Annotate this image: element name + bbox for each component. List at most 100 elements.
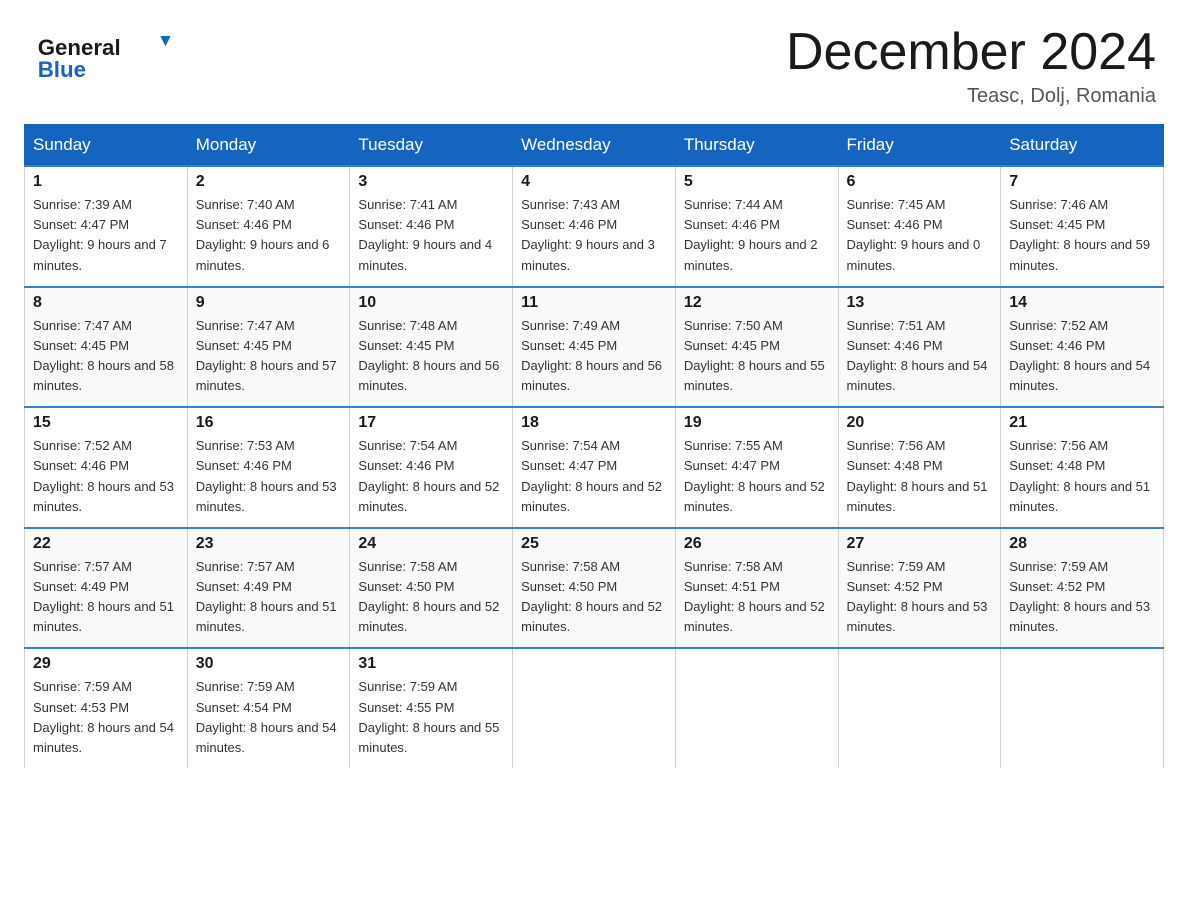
day-cell: 19 Sunrise: 7:55 AM Sunset: 4:47 PM Dayl… (675, 407, 838, 528)
day-cell: 9 Sunrise: 7:47 AM Sunset: 4:45 PM Dayli… (187, 287, 350, 408)
day-info: Sunrise: 7:54 AM Sunset: 4:46 PM Dayligh… (358, 436, 504, 517)
day-cell (513, 648, 676, 768)
day-cell: 14 Sunrise: 7:52 AM Sunset: 4:46 PM Dayl… (1001, 287, 1164, 408)
day-cell: 25 Sunrise: 7:58 AM Sunset: 4:50 PM Dayl… (513, 528, 676, 649)
col-tuesday: Tuesday (350, 125, 513, 167)
day-info: Sunrise: 7:48 AM Sunset: 4:45 PM Dayligh… (358, 316, 504, 397)
day-info: Sunrise: 7:58 AM Sunset: 4:51 PM Dayligh… (684, 557, 830, 638)
day-cell: 4 Sunrise: 7:43 AM Sunset: 4:46 PM Dayli… (513, 166, 676, 287)
day-cell: 6 Sunrise: 7:45 AM Sunset: 4:46 PM Dayli… (838, 166, 1001, 287)
day-cell: 29 Sunrise: 7:59 AM Sunset: 4:53 PM Dayl… (25, 648, 188, 768)
day-info: Sunrise: 7:59 AM Sunset: 4:53 PM Dayligh… (33, 677, 179, 758)
day-info: Sunrise: 7:54 AM Sunset: 4:47 PM Dayligh… (521, 436, 667, 517)
day-cell: 26 Sunrise: 7:58 AM Sunset: 4:51 PM Dayl… (675, 528, 838, 649)
day-number: 4 (521, 173, 667, 191)
col-friday: Friday (838, 125, 1001, 167)
week-row-5: 29 Sunrise: 7:59 AM Sunset: 4:53 PM Dayl… (25, 648, 1164, 768)
day-cell: 18 Sunrise: 7:54 AM Sunset: 4:47 PM Dayl… (513, 407, 676, 528)
col-saturday: Saturday (1001, 125, 1164, 167)
day-number: 1 (33, 173, 179, 191)
day-number: 26 (684, 535, 830, 553)
day-info: Sunrise: 7:51 AM Sunset: 4:46 PM Dayligh… (847, 316, 993, 397)
week-row-2: 8 Sunrise: 7:47 AM Sunset: 4:45 PM Dayli… (25, 287, 1164, 408)
day-info: Sunrise: 7:50 AM Sunset: 4:45 PM Dayligh… (684, 316, 830, 397)
day-cell: 12 Sunrise: 7:50 AM Sunset: 4:45 PM Dayl… (675, 287, 838, 408)
day-number: 19 (684, 414, 830, 432)
day-cell: 13 Sunrise: 7:51 AM Sunset: 4:46 PM Dayl… (838, 287, 1001, 408)
col-sunday: Sunday (25, 125, 188, 167)
day-number: 21 (1009, 414, 1155, 432)
day-number: 27 (847, 535, 993, 553)
day-cell: 28 Sunrise: 7:59 AM Sunset: 4:52 PM Dayl… (1001, 528, 1164, 649)
day-info: Sunrise: 7:59 AM Sunset: 4:54 PM Dayligh… (196, 677, 342, 758)
day-cell: 30 Sunrise: 7:59 AM Sunset: 4:54 PM Dayl… (187, 648, 350, 768)
day-info: Sunrise: 7:58 AM Sunset: 4:50 PM Dayligh… (521, 557, 667, 638)
day-info: Sunrise: 7:53 AM Sunset: 4:46 PM Dayligh… (196, 436, 342, 517)
svg-text:General: General (38, 35, 121, 60)
day-number: 15 (33, 414, 179, 432)
logo-image: General Blue (32, 24, 172, 84)
day-cell: 31 Sunrise: 7:59 AM Sunset: 4:55 PM Dayl… (350, 648, 513, 768)
day-cell: 2 Sunrise: 7:40 AM Sunset: 4:46 PM Dayli… (187, 166, 350, 287)
day-cell (838, 648, 1001, 768)
day-number: 30 (196, 655, 342, 673)
day-cell: 1 Sunrise: 7:39 AM Sunset: 4:47 PM Dayli… (25, 166, 188, 287)
week-row-3: 15 Sunrise: 7:52 AM Sunset: 4:46 PM Dayl… (25, 407, 1164, 528)
day-info: Sunrise: 7:46 AM Sunset: 4:45 PM Dayligh… (1009, 195, 1155, 276)
day-number: 8 (33, 294, 179, 312)
day-number: 23 (196, 535, 342, 553)
day-info: Sunrise: 7:49 AM Sunset: 4:45 PM Dayligh… (521, 316, 667, 397)
day-cell: 21 Sunrise: 7:56 AM Sunset: 4:48 PM Dayl… (1001, 407, 1164, 528)
day-cell: 20 Sunrise: 7:56 AM Sunset: 4:48 PM Dayl… (838, 407, 1001, 528)
day-number: 29 (33, 655, 179, 673)
svg-text:Blue: Blue (38, 57, 86, 82)
day-cell: 16 Sunrise: 7:53 AM Sunset: 4:46 PM Dayl… (187, 407, 350, 528)
day-cell: 3 Sunrise: 7:41 AM Sunset: 4:46 PM Dayli… (350, 166, 513, 287)
day-info: Sunrise: 7:47 AM Sunset: 4:45 PM Dayligh… (33, 316, 179, 397)
day-info: Sunrise: 7:59 AM Sunset: 4:52 PM Dayligh… (1009, 557, 1155, 638)
day-number: 24 (358, 535, 504, 553)
day-info: Sunrise: 7:59 AM Sunset: 4:55 PM Dayligh… (358, 677, 504, 758)
day-info: Sunrise: 7:39 AM Sunset: 4:47 PM Dayligh… (33, 195, 179, 276)
day-number: 20 (847, 414, 993, 432)
day-info: Sunrise: 7:58 AM Sunset: 4:50 PM Dayligh… (358, 557, 504, 638)
logo: General Blue (32, 24, 172, 84)
day-cell (1001, 648, 1164, 768)
day-cell: 7 Sunrise: 7:46 AM Sunset: 4:45 PM Dayli… (1001, 166, 1164, 287)
page-header: General Blue December 2024 Teasc, Dolj, … (0, 0, 1188, 124)
day-number: 18 (521, 414, 667, 432)
week-row-1: 1 Sunrise: 7:39 AM Sunset: 4:47 PM Dayli… (25, 166, 1164, 287)
day-info: Sunrise: 7:41 AM Sunset: 4:46 PM Dayligh… (358, 195, 504, 276)
day-number: 12 (684, 294, 830, 312)
day-cell (675, 648, 838, 768)
calendar-table: Sunday Monday Tuesday Wednesday Thursday… (24, 124, 1164, 768)
day-number: 9 (196, 294, 342, 312)
day-info: Sunrise: 7:40 AM Sunset: 4:46 PM Dayligh… (196, 195, 342, 276)
day-number: 14 (1009, 294, 1155, 312)
day-info: Sunrise: 7:59 AM Sunset: 4:52 PM Dayligh… (847, 557, 993, 638)
day-cell: 5 Sunrise: 7:44 AM Sunset: 4:46 PM Dayli… (675, 166, 838, 287)
day-number: 25 (521, 535, 667, 553)
day-info: Sunrise: 7:52 AM Sunset: 4:46 PM Dayligh… (33, 436, 179, 517)
day-info: Sunrise: 7:44 AM Sunset: 4:46 PM Dayligh… (684, 195, 830, 276)
month-title: December 2024 (786, 24, 1156, 81)
day-number: 28 (1009, 535, 1155, 553)
day-cell: 11 Sunrise: 7:49 AM Sunset: 4:45 PM Dayl… (513, 287, 676, 408)
day-number: 22 (33, 535, 179, 553)
day-number: 11 (521, 294, 667, 312)
day-cell: 8 Sunrise: 7:47 AM Sunset: 4:45 PM Dayli… (25, 287, 188, 408)
day-info: Sunrise: 7:56 AM Sunset: 4:48 PM Dayligh… (1009, 436, 1155, 517)
day-cell: 15 Sunrise: 7:52 AM Sunset: 4:46 PM Dayl… (25, 407, 188, 528)
col-thursday: Thursday (675, 125, 838, 167)
day-cell: 24 Sunrise: 7:58 AM Sunset: 4:50 PM Dayl… (350, 528, 513, 649)
week-row-4: 22 Sunrise: 7:57 AM Sunset: 4:49 PM Dayl… (25, 528, 1164, 649)
calendar-body: 1 Sunrise: 7:39 AM Sunset: 4:47 PM Dayli… (25, 166, 1164, 768)
day-number: 3 (358, 173, 504, 191)
day-info: Sunrise: 7:57 AM Sunset: 4:49 PM Dayligh… (196, 557, 342, 638)
day-info: Sunrise: 7:52 AM Sunset: 4:46 PM Dayligh… (1009, 316, 1155, 397)
day-number: 13 (847, 294, 993, 312)
day-info: Sunrise: 7:56 AM Sunset: 4:48 PM Dayligh… (847, 436, 993, 517)
day-info: Sunrise: 7:55 AM Sunset: 4:47 PM Dayligh… (684, 436, 830, 517)
day-cell: 17 Sunrise: 7:54 AM Sunset: 4:46 PM Dayl… (350, 407, 513, 528)
calendar-header: Sunday Monday Tuesday Wednesday Thursday… (25, 125, 1164, 167)
